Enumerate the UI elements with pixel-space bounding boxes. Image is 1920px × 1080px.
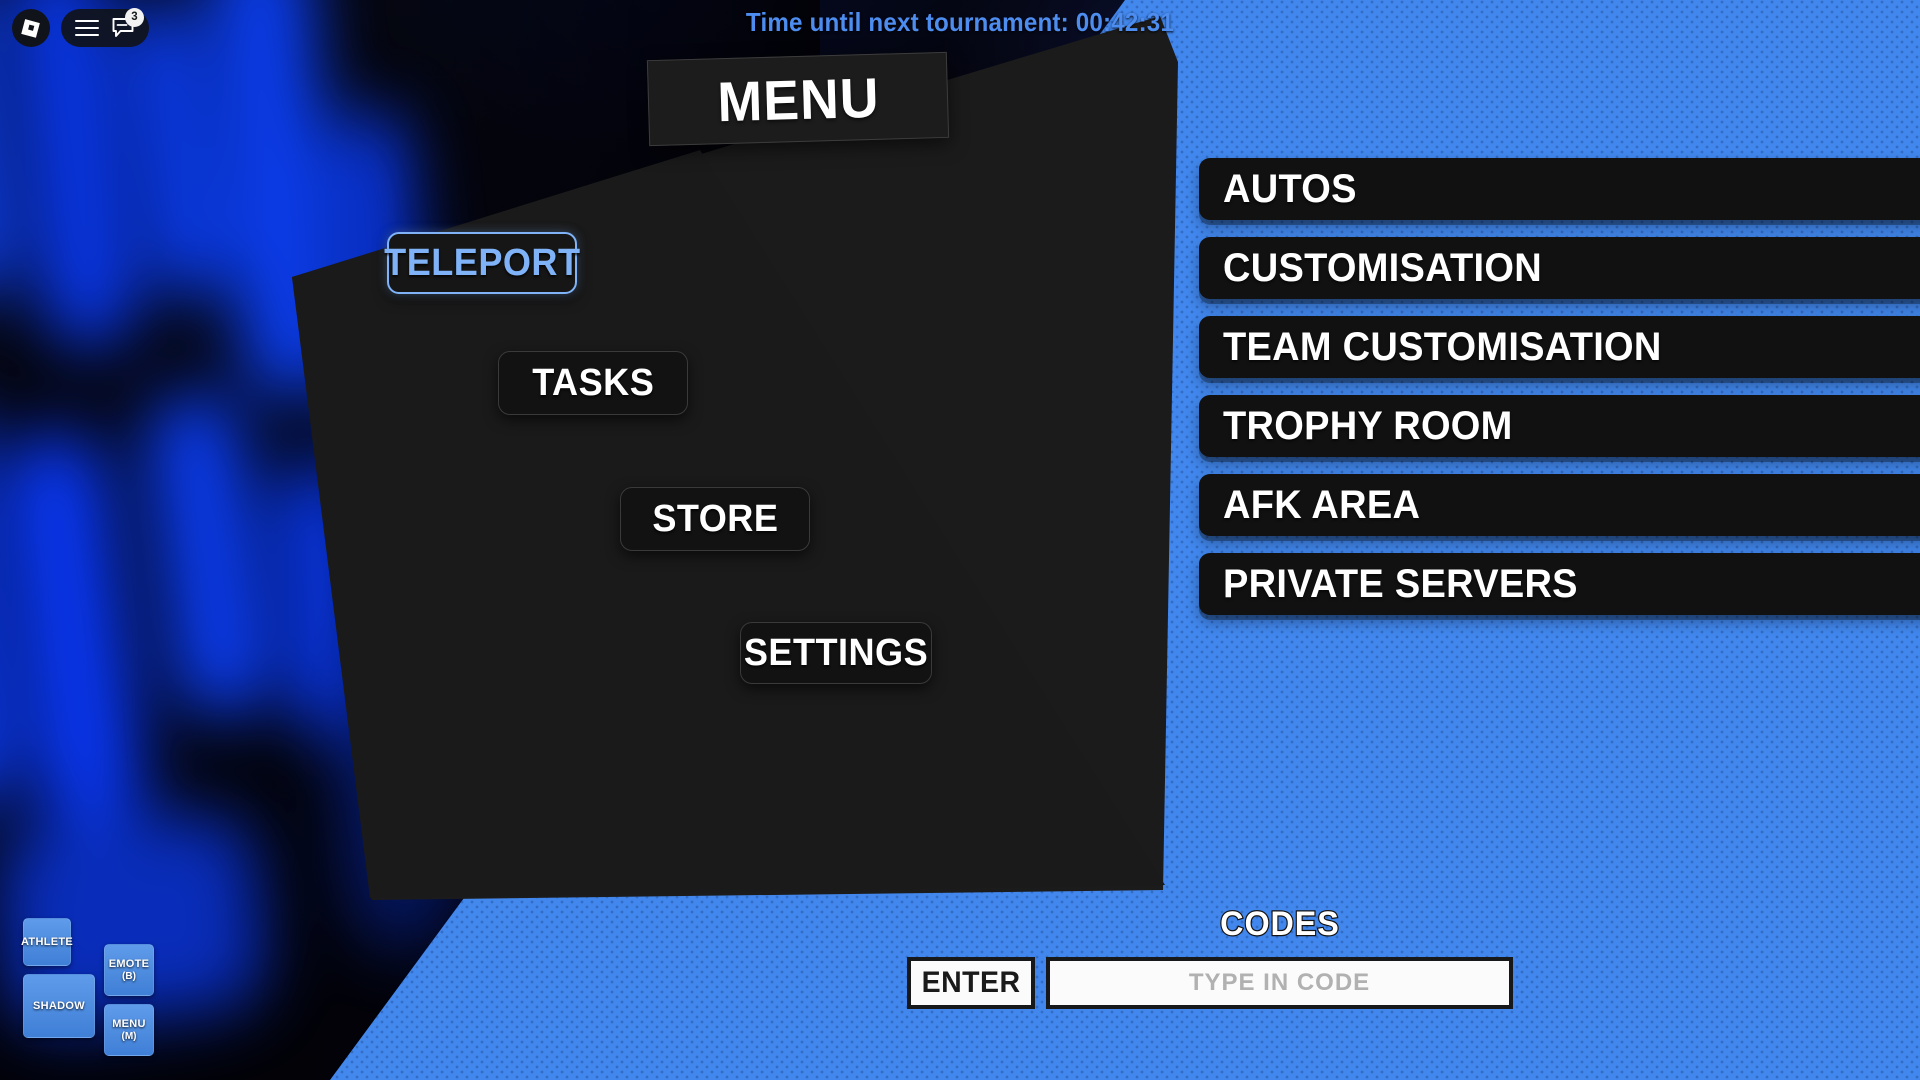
nav-item-label: AUTOS xyxy=(1223,166,1357,211)
shadow-button[interactable]: SHADOW xyxy=(23,974,95,1038)
nav-item-customisation[interactable]: CUSTOMISATION xyxy=(1199,237,1920,299)
nav-item-label: CUSTOMISATION xyxy=(1223,245,1542,290)
nav-item-label: TROPHY ROOM xyxy=(1223,403,1513,448)
emote-button-key: (B) xyxy=(122,970,136,982)
mobile-action-buttons: ATHLETE SHADOW EMOTE (B) MENU (M) xyxy=(0,880,220,1080)
tasks-button[interactable]: TASKS xyxy=(498,351,688,415)
game-screen: 3 Time until next tournament: 00:42:31 M… xyxy=(0,0,1920,1080)
nav-item-team-customisation[interactable]: TEAM CUSTOMISATION xyxy=(1199,316,1920,378)
nav-item-label: PRIVATE SERVERS xyxy=(1223,561,1578,606)
codes-title: CODES xyxy=(1219,904,1340,945)
menu-title-plate: MENU xyxy=(646,51,950,147)
nav-item-trophy-room[interactable]: TROPHY ROOM xyxy=(1199,395,1920,457)
menu-button-key: (M) xyxy=(121,1030,137,1042)
athlete-button[interactable]: ATHLETE xyxy=(21,918,74,966)
code-input-wrapper[interactable] xyxy=(1046,957,1513,1009)
shadow-button-label: SHADOW xyxy=(33,999,85,1012)
enter-code-button-label: ENTER xyxy=(921,966,1021,999)
roblox-logo-icon[interactable] xyxy=(12,9,50,47)
tournament-timer: Time until next tournament: 00:42:31 xyxy=(745,7,1175,37)
store-button[interactable]: STORE xyxy=(620,487,810,551)
athlete-button-label: ATHLETE xyxy=(21,935,74,948)
tasks-button-label: TASKS xyxy=(531,361,655,404)
nav-item-autos[interactable]: AUTOS xyxy=(1199,158,1920,220)
settings-button-label: SETTINGS xyxy=(743,631,929,674)
nav-item-private-servers[interactable]: PRIVATE SERVERS xyxy=(1199,553,1920,615)
store-button-label: STORE xyxy=(651,497,779,540)
page-title: MENU xyxy=(716,65,880,133)
teleport-button[interactable]: TELEPORT xyxy=(383,232,581,294)
settings-button[interactable]: SETTINGS xyxy=(740,622,932,684)
nav-list: AUTOS CUSTOMISATION TEAM CUSTOMISATION T… xyxy=(1199,158,1920,632)
nav-item-label: AFK AREA xyxy=(1223,482,1421,527)
nav-item-afk-area[interactable]: AFK AREA xyxy=(1199,474,1920,536)
enter-code-button[interactable]: ENTER xyxy=(907,957,1035,1009)
emote-button[interactable]: EMOTE (B) xyxy=(104,944,154,996)
teleport-button-label: TELEPORT xyxy=(383,241,581,284)
nav-item-label: TEAM CUSTOMISATION xyxy=(1223,324,1662,369)
code-input[interactable] xyxy=(1050,961,1509,1005)
emote-button-label: EMOTE xyxy=(108,957,150,970)
menu-button[interactable]: MENU (M) xyxy=(104,1004,154,1056)
menu-button-label: MENU xyxy=(112,1017,146,1030)
